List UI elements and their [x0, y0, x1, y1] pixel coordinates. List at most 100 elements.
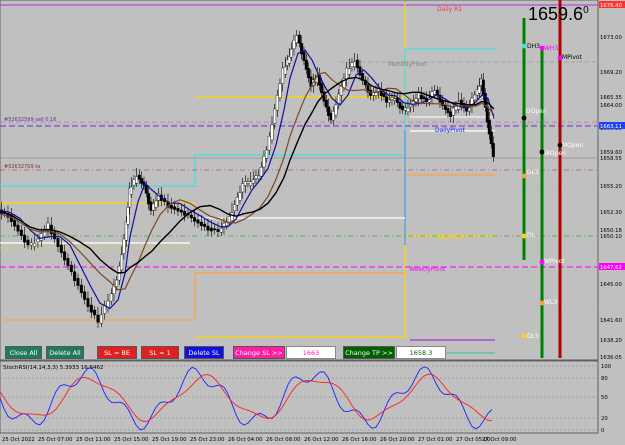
weekly-pivot-label: WeeklyPivot	[409, 266, 446, 273]
candle-body	[63, 251, 67, 261]
price-axis: 1676.401673.001669.201665.351664.001660.…	[599, 1, 625, 361]
candle-body	[419, 94, 423, 100]
candle-body	[337, 93, 341, 104]
change-tp-button[interactable]: Change TP >>	[343, 346, 395, 359]
candle-body	[289, 49, 293, 58]
candle-body	[219, 228, 223, 233]
dl3-label: DL3	[527, 169, 539, 176]
stoch-k-line	[0, 366, 493, 431]
candle-body	[246, 181, 250, 184]
price-main: 1659.6	[528, 4, 584, 24]
candle-body	[331, 110, 335, 121]
candle-body	[385, 96, 389, 103]
candle-body	[345, 67, 349, 79]
sl-order-note: #52632709 to	[4, 164, 40, 170]
candle-body	[273, 108, 277, 124]
candle-body	[422, 96, 426, 100]
candle-body	[89, 304, 93, 313]
tp-value-input[interactable]: 1658.3	[396, 346, 446, 359]
candle-body	[473, 94, 477, 101]
candle-body	[350, 62, 354, 67]
candle-body	[135, 176, 139, 184]
daily-r-line	[195, 3, 406, 98]
mopen-label: MOpen	[562, 142, 583, 149]
candlesticks	[0, 30, 495, 328]
candle-body	[19, 229, 23, 236]
candle-body	[238, 192, 242, 201]
candle-body	[33, 242, 37, 247]
candle-body	[451, 107, 455, 116]
change-sl-button[interactable]: Change SL >>	[233, 346, 285, 359]
delete-sl-button[interactable]: Delete SL	[184, 346, 224, 359]
sell-order-note: #52632599 sell 0.16	[4, 117, 56, 123]
price-axis-label: 1652.30	[600, 210, 623, 216]
price-axis-label: 1665.35	[600, 95, 622, 101]
wpivot-label: WPivot	[544, 258, 565, 265]
candle-body	[334, 104, 338, 116]
indicator-level-label: 100	[601, 364, 612, 370]
candle-body	[183, 211, 187, 216]
price-axis-label: 1650.10	[600, 234, 623, 240]
sl-breakeven-button[interactable]: SL = BE	[97, 346, 137, 359]
candle-body	[206, 225, 210, 231]
candle-body	[283, 66, 287, 75]
candle-body	[66, 258, 70, 266]
candle-body	[265, 149, 269, 159]
candle-body	[169, 204, 173, 209]
daily-pivot-label: DailyPivot	[435, 127, 466, 134]
candle-body	[406, 107, 410, 112]
dl3-marker	[521, 173, 527, 179]
candle-body	[126, 206, 130, 225]
candle-body	[355, 59, 359, 69]
candle-body	[295, 35, 299, 43]
dl5-label: DL5	[527, 333, 539, 340]
price-axis-label: 1638.20	[600, 338, 623, 344]
stoch-d-line	[0, 373, 493, 423]
daily-s1-label: Daily S1	[438, 234, 463, 241]
candle-body	[151, 203, 155, 211]
delete-all-button[interactable]: Delete All	[46, 346, 84, 359]
candle-body	[393, 98, 397, 101]
candle-body	[387, 99, 391, 103]
price-axis-label: 1658.55	[600, 156, 622, 162]
candle-body	[433, 90, 437, 95]
candle-body	[179, 209, 183, 213]
candle-body	[115, 279, 119, 287]
candle-body	[93, 309, 97, 316]
candle-body	[176, 208, 180, 212]
candle-body	[307, 68, 311, 79]
time-axis-label: 26 Oct 12:00	[304, 437, 339, 443]
price-chart[interactable]: Daily R1 DH3 WH3 MPivot MonthlyPivot DOp…	[0, 0, 625, 445]
close-all-button[interactable]: Close All	[5, 346, 42, 359]
price-axis-label: 1655.20	[600, 184, 623, 190]
time-axis-label: 26 Oct 16:00	[342, 437, 377, 443]
candle-body	[233, 204, 237, 211]
candle-body	[304, 59, 308, 70]
time-axis-label: 27 Oct 09:00	[482, 437, 517, 443]
sl-value-input[interactable]: 1663	[286, 346, 336, 359]
candle-body	[103, 305, 107, 314]
candle-body	[129, 186, 133, 195]
candle-body	[401, 105, 405, 111]
candle-body	[73, 271, 77, 281]
candle-body	[292, 39, 296, 49]
candle-body	[477, 86, 481, 94]
dopen-label: DOpen	[526, 108, 547, 115]
candle-body	[189, 214, 193, 219]
candle-body	[83, 291, 87, 300]
ema-medium-line	[0, 71, 495, 291]
candle-body	[278, 83, 282, 98]
dopen-marker	[521, 115, 527, 121]
candle-body	[358, 66, 362, 76]
candle-body	[203, 223, 207, 227]
candle-body	[446, 108, 450, 114]
price-axis-label: 1669.20	[600, 70, 623, 76]
time-axis-label: 26 Oct 08:00	[266, 437, 301, 443]
candle-body	[16, 224, 20, 232]
price-superscript: 0	[583, 5, 589, 16]
candle-body	[230, 212, 234, 221]
wh3-label: WH3	[544, 45, 558, 52]
sl-one-button[interactable]: SL = 1	[141, 346, 179, 359]
dh3-marker	[521, 43, 527, 49]
time-axis-label: 27 Oct 01:00	[418, 437, 453, 443]
